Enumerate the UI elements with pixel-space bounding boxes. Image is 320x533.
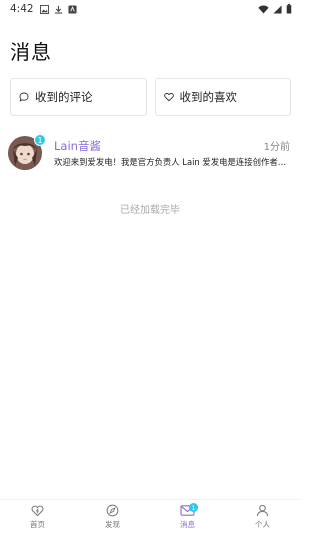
received-comments-button[interactable]: 收到的评论: [10, 78, 147, 116]
notification-icons: [39, 4, 77, 14]
status-left: 4:42: [10, 3, 77, 15]
nav-discover[interactable]: 发现: [75, 500, 150, 533]
nav-discover-label: 发现: [105, 519, 120, 529]
bottom-nav: 首页 发现 1 消息 个人: [0, 499, 300, 533]
received-likes-button[interactable]: 收到的喜欢: [154, 78, 291, 116]
nav-profile[interactable]: 个人: [225, 500, 300, 533]
status-right: [258, 4, 292, 14]
page-title: 消息: [10, 40, 52, 64]
image-icon: [39, 4, 49, 14]
comment-icon: [19, 92, 29, 102]
status-bar: 4:42: [0, 0, 300, 18]
unread-badge: 1: [34, 134, 46, 146]
signal-icon: [273, 4, 282, 14]
avatar-wrap: 1: [8, 134, 46, 170]
nav-messages-badge: 1: [189, 503, 198, 512]
received-likes-label: 收到的喜欢: [179, 90, 238, 104]
message-preview: 欢迎来到爱发电！我是官方负责人 Lain 爱发电是连接创作者与粉...: [54, 157, 294, 167]
person-icon: [256, 504, 269, 516]
battery-icon: [286, 4, 292, 14]
message-list-item[interactable]: 1 Lain音酱 1分前 欢迎来到爱发电！我是官方负责人 Lain 爱发电是连接…: [8, 134, 294, 176]
list-end-text: 已经加载完毕: [120, 205, 180, 216]
sender-name: Lain音酱: [54, 139, 101, 153]
heart-icon: [163, 92, 174, 102]
status-time: 4:42: [10, 3, 34, 15]
nav-home[interactable]: 首页: [0, 500, 75, 533]
app-icon: [68, 4, 77, 14]
message-time: 1分前: [263, 142, 290, 153]
nav-messages-label: 消息: [180, 519, 195, 529]
action-row: 收到的评论 收到的喜欢: [10, 78, 291, 116]
nav-home-label: 首页: [30, 519, 45, 529]
nav-profile-label: 个人: [255, 519, 270, 529]
discover-icon: [106, 504, 119, 516]
wifi-icon: [258, 5, 269, 14]
received-comments-label: 收到的评论: [35, 90, 93, 104]
download-icon: [54, 5, 62, 14]
home-icon: [31, 505, 44, 516]
nav-messages[interactable]: 1 消息: [150, 500, 225, 533]
